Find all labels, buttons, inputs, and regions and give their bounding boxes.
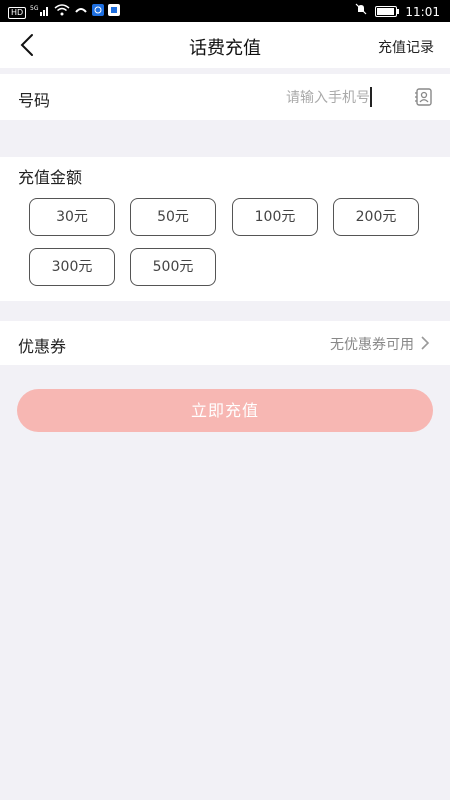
- status-time: 11:01: [405, 4, 440, 19]
- phone-call-icon: [74, 4, 88, 21]
- app-notification-icon: [92, 4, 105, 21]
- recharge-now-button[interactable]: 立即充值: [17, 389, 433, 432]
- coupon-row[interactable]: 优惠券 无优惠券可用: [0, 321, 450, 365]
- app-notification-icon: [108, 4, 121, 21]
- phone-input[interactable]: [208, 85, 372, 111]
- amount-option-300[interactable]: 300元: [29, 248, 115, 286]
- amount-option-30[interactable]: 30元: [29, 198, 115, 236]
- contacts-icon: [415, 88, 432, 106]
- amount-section: 充值金额 30元 50元 100元 200元 300元 500元: [0, 157, 450, 301]
- status-left: HD 5G: [8, 4, 121, 21]
- phone-row: 号码: [0, 74, 450, 120]
- signal-label: 5G: [30, 5, 39, 12]
- amount-title: 充值金额: [18, 168, 83, 187]
- hd-icon: HD: [8, 6, 27, 19]
- contacts-button[interactable]: [414, 87, 434, 107]
- coupon-value: 无优惠券可用: [330, 337, 414, 353]
- status-bar: HD 5G 11:01: [0, 0, 450, 22]
- status-right: 11:01: [355, 3, 440, 20]
- battery-level: [377, 8, 394, 15]
- amount-option-100[interactable]: 100元: [232, 198, 318, 236]
- recharge-history-link[interactable]: 充值记录: [378, 37, 434, 57]
- phone-label: 号码: [18, 91, 51, 110]
- amount-option-500[interactable]: 500元: [130, 248, 216, 286]
- coupon-label: 优惠券: [18, 337, 67, 356]
- mute-bell-icon: [355, 3, 367, 20]
- chevron-right-icon: [421, 336, 430, 350]
- amount-option-200[interactable]: 200元: [333, 198, 419, 236]
- amount-option-50[interactable]: 50元: [130, 198, 216, 236]
- battery-icon: [375, 6, 400, 17]
- text-cursor: [370, 87, 372, 107]
- signal-icon: 5G: [30, 4, 50, 21]
- wifi-icon: [54, 4, 70, 21]
- nav-bar: 话费充值 充值记录: [0, 22, 450, 68]
